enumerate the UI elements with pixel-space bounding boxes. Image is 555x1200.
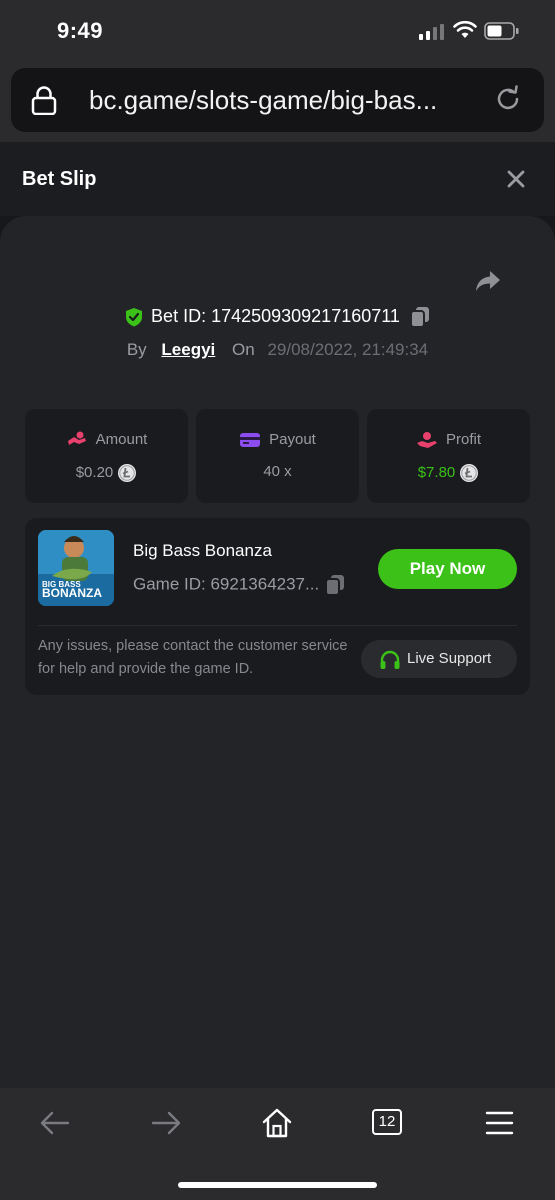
on-label: On bbox=[232, 340, 255, 359]
amount-icon bbox=[67, 431, 86, 446]
stat-amount: Amount $0.20 bbox=[25, 409, 188, 503]
headset-icon bbox=[380, 650, 400, 669]
stat-profit-value: $7.80 bbox=[417, 463, 456, 481]
copy-game-id-icon[interactable] bbox=[325, 574, 345, 596]
bet-details-panel: Bet ID: 1742509309217160711 By Leegyi On… bbox=[0, 216, 555, 1088]
username-link[interactable]: Leegyi bbox=[161, 340, 215, 359]
litecoin-icon bbox=[460, 464, 479, 482]
divider bbox=[38, 625, 517, 626]
bet-id-row: Bet ID: 1742509309217160711 bbox=[0, 306, 555, 332]
lock-icon bbox=[31, 86, 57, 115]
bet-stats: Amount $0.20 Payout 40 x Profit $7.80 bbox=[25, 409, 530, 503]
bet-date: 29/08/2022, 21:49:34 bbox=[267, 340, 429, 359]
battery-icon bbox=[484, 22, 519, 40]
tabs-button[interactable]: 12 bbox=[372, 1109, 402, 1135]
live-support-label: Live Support bbox=[407, 650, 492, 667]
home-indicator bbox=[178, 1182, 377, 1188]
browser-bottom-bar: 12 bbox=[0, 1088, 555, 1200]
cellular-signal-icon bbox=[419, 24, 444, 40]
status-time: 9:49 bbox=[57, 18, 104, 43]
bet-author-row: By Leegyi On 29/08/2022, 21:49:34 bbox=[0, 340, 555, 360]
forward-arrow-icon[interactable] bbox=[149, 1106, 183, 1140]
close-icon[interactable] bbox=[505, 168, 527, 190]
stat-profit: Profit $7.80 bbox=[367, 409, 530, 503]
wifi-icon bbox=[453, 21, 477, 38]
stat-payout-label: Payout bbox=[269, 431, 316, 448]
status-bar: 9:49 bbox=[0, 0, 555, 62]
verified-shield-icon bbox=[126, 308, 143, 327]
play-now-button[interactable]: Play Now bbox=[378, 549, 517, 589]
by-label: By bbox=[126, 340, 147, 359]
browser-toolbar: bc.game/slots-game/big-bas... bbox=[0, 62, 555, 142]
game-id-text: Game ID: 6921364237... bbox=[133, 574, 320, 594]
copy-bet-id-icon[interactable] bbox=[409, 306, 430, 329]
back-arrow-icon[interactable] bbox=[38, 1106, 72, 1140]
game-thumbnail-title: BIG BASS BONANZA bbox=[42, 580, 102, 600]
share-icon[interactable] bbox=[474, 268, 502, 294]
home-icon[interactable] bbox=[260, 1106, 294, 1140]
payout-icon bbox=[240, 433, 261, 448]
address-bar[interactable]: bc.game/slots-game/big-bas... bbox=[11, 68, 544, 132]
game-thumbnail[interactable]: BIG BASS BONANZA bbox=[38, 530, 114, 606]
url-text[interactable]: bc.game/slots-game/big-bas... bbox=[89, 85, 437, 116]
game-id: Game ID: 6921364237... bbox=[133, 574, 345, 596]
stat-amount-label: Amount bbox=[95, 431, 148, 448]
bet-slip-header: Bet Slip bbox=[0, 142, 555, 216]
menu-icon[interactable] bbox=[483, 1106, 517, 1140]
litecoin-icon bbox=[118, 464, 137, 482]
stat-payout-value: 40 x bbox=[263, 463, 292, 480]
game-card: BIG BASS BONANZA Big Bass Bonanza Game I… bbox=[25, 518, 530, 695]
stat-payout: Payout 40 x bbox=[196, 409, 359, 503]
support-notice: Any issues, please contact the customer … bbox=[38, 638, 348, 677]
stat-amount-value: $0.20 bbox=[75, 463, 114, 481]
reload-icon[interactable] bbox=[493, 84, 523, 114]
game-name: Big Bass Bonanza bbox=[133, 541, 272, 560]
stat-profit-label: Profit bbox=[445, 431, 481, 448]
bet-slip-title: Bet Slip bbox=[22, 168, 97, 190]
live-support-button[interactable]: Live Support bbox=[361, 640, 517, 678]
bet-id-text: Bet ID: 1742509309217160711 bbox=[151, 306, 400, 326]
profit-icon bbox=[416, 432, 437, 449]
